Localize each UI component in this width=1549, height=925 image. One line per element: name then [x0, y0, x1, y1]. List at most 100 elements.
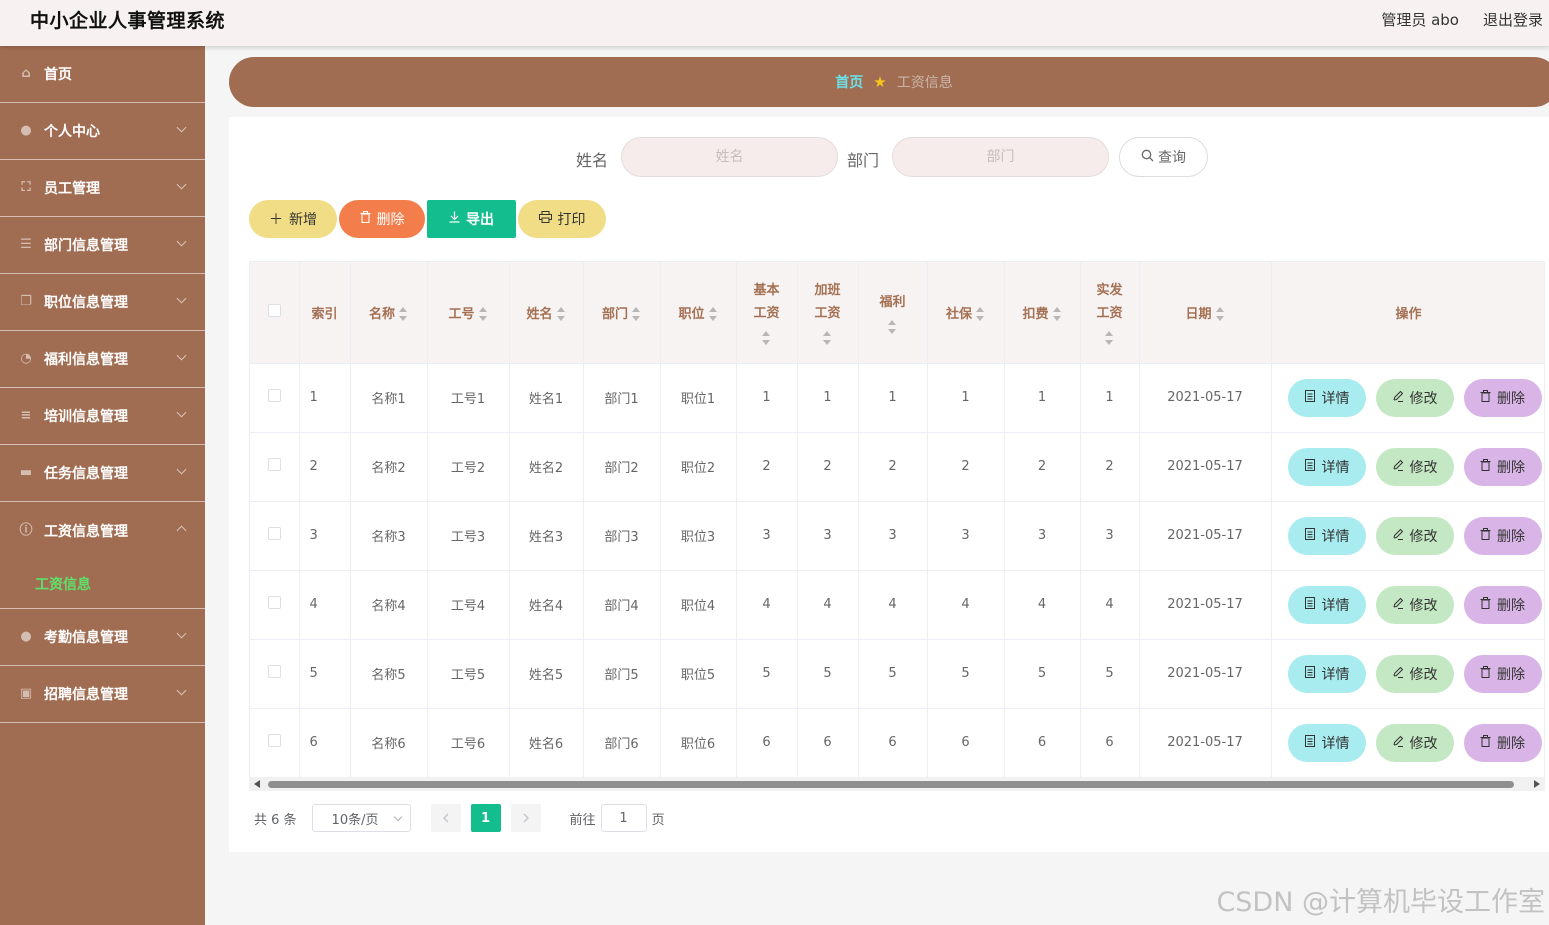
col-jobno[interactable]: 工号: [427, 262, 510, 364]
scroll-left-icon[interactable]: [254, 780, 260, 788]
sidebar-item-label: 员工管理: [44, 181, 100, 197]
table-cell: 名称4: [350, 570, 428, 640]
logout-link[interactable]: 退出登录: [1483, 9, 1543, 30]
sidebar-item[interactable]: ⓘ 工资信息管理: [0, 502, 205, 559]
col-name[interactable]: 名称: [350, 262, 428, 364]
edit-button[interactable]: 修改: [1375, 516, 1454, 555]
edit-button[interactable]: 修改: [1375, 585, 1454, 624]
page-number-current[interactable]: 1: [470, 804, 501, 832]
sidebar-item[interactable]: ▬ 任务信息管理: [0, 445, 205, 502]
sort-icon[interactable]: [1215, 307, 1225, 322]
detail-button[interactable]: 详情: [1287, 447, 1366, 486]
table-row: 1 名称1 工号1 姓名1 部门1 职位1 1 1 1 1 1 1 2021-05-17 详情 修改 删除: [250, 363, 1544, 433]
edit-button[interactable]: 修改: [1375, 447, 1454, 486]
table-cell: 职位4: [660, 570, 737, 640]
chevron-down-icon: [176, 236, 187, 247]
sort-icon[interactable]: [478, 307, 488, 322]
sort-icon[interactable]: [762, 331, 771, 346]
delete-row-button[interactable]: 删除: [1463, 654, 1542, 693]
edit-button[interactable]: 修改: [1375, 654, 1454, 693]
sort-icon[interactable]: [976, 307, 985, 322]
row-checkbox[interactable]: [267, 596, 281, 609]
sort-icon[interactable]: [823, 331, 832, 346]
sidebar-item[interactable]: ● 个人中心: [0, 103, 205, 160]
col-position[interactable]: 职位: [660, 262, 737, 364]
col-overtime[interactable]: 加班 工资: [797, 262, 859, 364]
table-cell: 5: [797, 639, 859, 709]
delete-row-button[interactable]: 删除: [1463, 516, 1542, 555]
delete-row-button[interactable]: 删除: [1463, 378, 1542, 417]
search-icon: [1141, 149, 1154, 166]
col-base-salary[interactable]: 基本 工资: [736, 262, 798, 364]
scrollbar-thumb[interactable]: [268, 781, 1514, 788]
detail-button[interactable]: 详情: [1287, 654, 1366, 693]
row-checkbox[interactable]: [267, 734, 281, 747]
sort-icon[interactable]: [1052, 307, 1062, 322]
row-actions-cell: 详情 修改 删除: [1271, 432, 1544, 502]
row-checkbox[interactable]: [267, 665, 281, 678]
row-checkbox[interactable]: [267, 389, 281, 402]
delete-row-button[interactable]: 删除: [1463, 585, 1542, 624]
sidebar-item[interactable]: ☰ 部门信息管理: [0, 217, 205, 274]
delete-row-button[interactable]: 删除: [1463, 447, 1542, 486]
sort-icon[interactable]: [708, 307, 718, 322]
sort-icon[interactable]: [399, 307, 408, 322]
table-cell: 5: [1080, 639, 1140, 709]
col-person[interactable]: 姓名: [509, 262, 584, 364]
table-cell: 5: [299, 639, 351, 709]
print-button[interactable]: 打印: [518, 200, 606, 238]
dept-search-input[interactable]: 部门: [892, 137, 1109, 177]
detail-button[interactable]: 详情: [1287, 516, 1366, 555]
page-size-select[interactable]: 10条/页: [311, 804, 411, 832]
sort-icon[interactable]: [632, 307, 641, 322]
sidebar-item[interactable]: ≡ 培训信息管理: [0, 388, 205, 445]
delete-row-button[interactable]: 删除: [1463, 723, 1542, 762]
trash-icon: [360, 211, 371, 227]
edit-button[interactable]: 修改: [1375, 723, 1454, 762]
action-toolbar: ＋ 新增 删除 导出 打印: [249, 200, 606, 238]
breadcrumb-home[interactable]: 首页: [835, 72, 863, 92]
edit-button[interactable]: 修改: [1375, 378, 1454, 417]
col-date[interactable]: 日期: [1139, 262, 1272, 364]
sidebar-item[interactable]: ❐ 职位信息管理: [0, 274, 205, 331]
sort-icon[interactable]: [888, 319, 897, 334]
sort-icon[interactable]: [556, 307, 566, 322]
sort-icon[interactable]: [1105, 331, 1114, 346]
table-cell: 2021-05-17: [1139, 363, 1272, 433]
col-social[interactable]: 社保: [927, 262, 1005, 364]
col-welfare[interactable]: 福利: [858, 262, 928, 364]
detail-button[interactable]: 详情: [1287, 585, 1366, 624]
table-cell: 部门5: [583, 639, 661, 709]
scroll-right-icon[interactable]: [1534, 780, 1540, 788]
sidebar-item[interactable]: ◔ 福利信息管理: [0, 331, 205, 388]
detail-button[interactable]: 详情: [1287, 723, 1366, 762]
row-select-cell: [250, 639, 300, 709]
batch-delete-button[interactable]: 删除: [339, 200, 425, 238]
goto-page-input[interactable]: 1: [600, 804, 647, 832]
horizontal-scrollbar[interactable]: [249, 777, 1545, 791]
row-checkbox[interactable]: [267, 527, 281, 540]
pencil-icon: [1392, 735, 1404, 751]
sidebar-item[interactable]: ▣ 招聘信息管理: [0, 666, 205, 723]
sidebar-subitem-salary-info[interactable]: 工资信息: [0, 559, 205, 609]
row-actions-cell: 详情 修改 删除: [1271, 363, 1544, 433]
prev-page-button[interactable]: [430, 804, 461, 832]
col-net-salary[interactable]: 实发 工资: [1080, 262, 1140, 364]
col-deduction[interactable]: 扣费: [1004, 262, 1081, 364]
next-page-button[interactable]: [510, 804, 541, 832]
add-button[interactable]: ＋ 新增: [249, 200, 337, 238]
detail-button[interactable]: 详情: [1287, 378, 1366, 417]
table-cell: 部门3: [583, 501, 661, 571]
row-checkbox[interactable]: [267, 458, 281, 471]
col-dept[interactable]: 部门: [583, 262, 661, 364]
table-cell: 工号2: [427, 432, 510, 502]
name-search-input[interactable]: 姓名: [621, 137, 838, 177]
query-button[interactable]: 查询: [1119, 137, 1208, 177]
sidebar-item[interactable]: ⌂ 首页: [0, 46, 205, 103]
chevron-down-icon: [393, 812, 402, 822]
select-all-checkbox[interactable]: [267, 303, 281, 317]
sidebar-item[interactable]: ● 考勤信息管理: [0, 609, 205, 666]
sidebar-item[interactable]: ⛶ 员工管理: [0, 160, 205, 217]
export-button[interactable]: 导出: [427, 200, 516, 238]
header-line-1: 加班: [814, 283, 841, 299]
